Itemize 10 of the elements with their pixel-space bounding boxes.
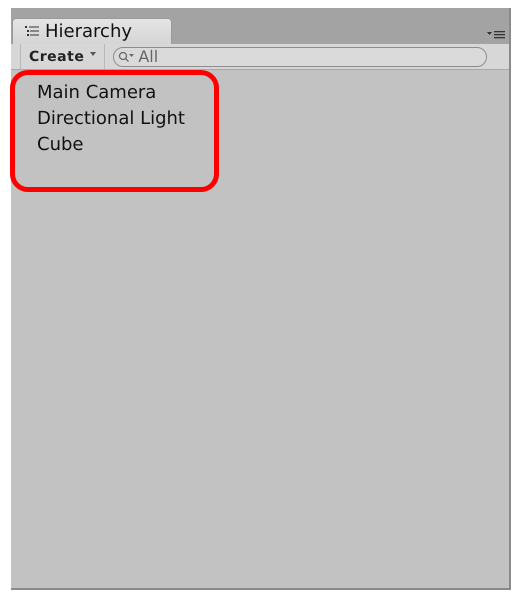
list-icon — [25, 26, 39, 37]
create-button[interactable]: Create — [20, 44, 106, 69]
search-field[interactable]: All — [113, 46, 487, 66]
caret-icon — [90, 52, 96, 56]
hierarchy-tab[interactable]: Hierarchy — [12, 18, 172, 44]
hierarchy-item[interactable]: Cube — [37, 132, 509, 158]
menu-icon[interactable] — [487, 30, 505, 39]
tab-title: Hierarchy — [45, 21, 132, 42]
hierarchy-item[interactable]: Directional Light — [37, 106, 509, 132]
hierarchy-item[interactable]: Main Camera — [37, 80, 509, 106]
